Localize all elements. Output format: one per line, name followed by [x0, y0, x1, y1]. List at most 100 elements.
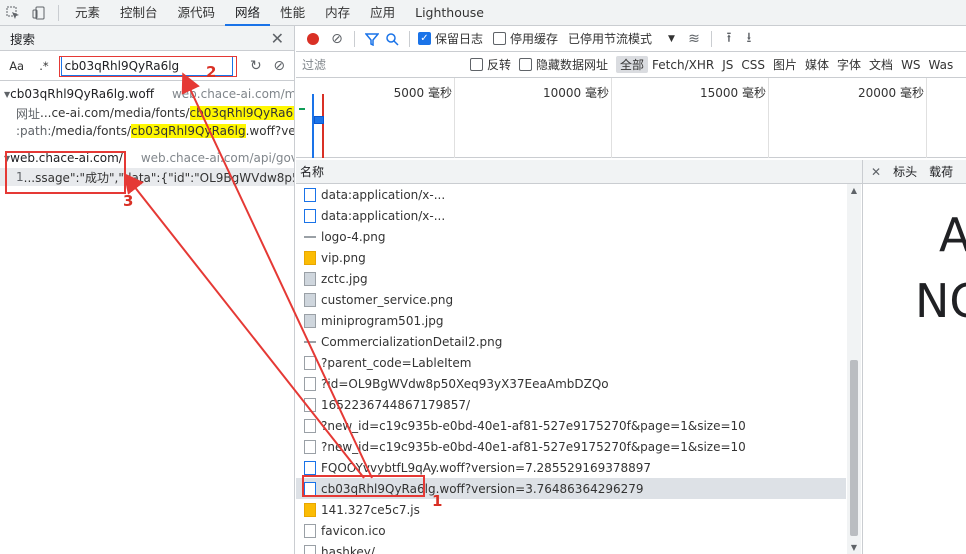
disable-cache-checkbox[interactable]: 停用缓存	[493, 30, 558, 47]
request-row[interactable]: 1652236744867179857/	[296, 394, 846, 415]
request-row[interactable]: data:application/x-...	[296, 205, 846, 226]
request-row[interactable]: zctc.jpg	[296, 268, 846, 289]
tab-network[interactable]: 网络	[225, 0, 271, 26]
invert-checkbox[interactable]: 反转	[470, 56, 511, 73]
filter-type-img[interactable]: 图片	[769, 56, 801, 73]
request-row[interactable]: ?new_id=c19c935b-e0bd-40e1-af81-527e9175…	[296, 415, 846, 436]
dash-file-icon	[304, 235, 316, 238]
filter-type-all[interactable]: 全部	[616, 56, 649, 73]
request-row[interactable]: vip.png	[296, 247, 846, 268]
result-line-key: 网址	[16, 106, 41, 121]
result-line-prefix: ...ce-ai.com/media/fonts/	[40, 106, 190, 120]
tab-elements[interactable]: 元素	[65, 0, 110, 26]
search-title: 搜索	[10, 31, 36, 47]
timeline-gridline	[768, 78, 769, 158]
tab-sources[interactable]: 源代码	[168, 0, 226, 26]
tab-memory[interactable]: 内存	[315, 0, 360, 26]
close-detail-icon[interactable]: ✕	[871, 165, 881, 179]
timeline-marker-blue	[312, 94, 314, 158]
request-row[interactable]: CommercializationDetail2.png	[296, 331, 846, 352]
scroll-down-icon[interactable]: ▼	[847, 543, 861, 552]
request-name: ?id=OL9BgWVdw8p50Xeq93yX37EeaAmbDZQo	[321, 376, 609, 391]
refresh-icon[interactable]: ↻	[247, 57, 264, 75]
name-column-header[interactable]: 名称	[296, 160, 862, 184]
tab-console[interactable]: 控制台	[110, 0, 168, 26]
tab-headers[interactable]: 标头	[893, 163, 917, 180]
result-file-url: web.chace-ai.com/me...	[171, 87, 294, 101]
network-conditions-icon[interactable]: ≋	[685, 30, 703, 48]
filter-input[interactable]: 过滤	[302, 56, 470, 73]
request-name: logo-4.png	[321, 229, 386, 244]
img-file-icon	[304, 271, 316, 286]
preserve-log-checkbox[interactable]: ✓ 保留日志	[418, 30, 483, 47]
annotation-box-request	[302, 475, 425, 497]
img-file-icon	[304, 313, 316, 328]
request-row[interactable]: favicon.ico	[296, 520, 846, 541]
tab-payload[interactable]: 载荷	[929, 163, 953, 180]
checkbox-checked-icon: ✓	[418, 32, 431, 45]
clear-log-icon[interactable]: ⊘	[328, 30, 346, 48]
upload-icon[interactable]: ⭱	[720, 30, 738, 48]
result-line-prefix: /media/fonts/	[51, 124, 132, 138]
timeline-gridline	[926, 78, 927, 158]
filter-bar: 过滤 反转 隐藏数据网址 全部 Fetch/XHR JS CSS 图片 媒体 字…	[296, 52, 966, 78]
hide-data-urls-checkbox[interactable]: 隐藏数据网址	[519, 56, 608, 73]
device-toolbar-icon[interactable]	[26, 0, 52, 26]
regex-toggle[interactable]: .*	[33, 59, 54, 73]
request-row[interactable]: data:application/x-...	[296, 184, 846, 205]
tab-performance[interactable]: 性能	[270, 0, 315, 26]
filter-icon[interactable]	[363, 30, 381, 48]
request-row[interactable]: miniprogram501.jpg	[296, 310, 846, 331]
filter-type-ws[interactable]: WS	[897, 58, 924, 72]
detail-tabs: ✕ 标头 载荷	[863, 160, 966, 184]
js-file-icon	[304, 250, 316, 265]
request-name: 141.327ce5c7.js	[321, 502, 420, 517]
request-row[interactable]: customer_service.png	[296, 289, 846, 310]
request-name: ?new_id=c19c935b-e0bd-40e1-af81-527e9175…	[321, 439, 746, 454]
request-row[interactable]: ?id=OL9BgWVdw8p50Xeq93yX37EeaAmbDZQo	[296, 373, 846, 394]
doc-file-icon	[304, 376, 316, 391]
request-name: customer_service.png	[321, 292, 454, 307]
tab-lighthouse[interactable]: Lighthouse	[405, 0, 494, 26]
match-case-toggle[interactable]: Aa	[6, 59, 27, 73]
filter-type-font[interactable]: 字体	[833, 56, 865, 73]
filter-type-css[interactable]: CSS	[737, 58, 769, 72]
timeline-tick: 20000 毫秒	[858, 86, 924, 100]
inspect-element-icon[interactable]	[0, 0, 26, 26]
doc-file-icon	[304, 355, 316, 370]
record-button[interactable]	[307, 32, 319, 45]
result-group: ▼ cb03qRhl9QyRa6lg.woff web.chace-ai.com…	[0, 84, 294, 140]
filter-type-media[interactable]: 媒体	[801, 56, 833, 73]
filter-type-fetch-xhr[interactable]: Fetch/XHR	[648, 58, 718, 72]
font-preview-line: NC	[915, 274, 966, 328]
disable-cache-label: 停用缓存	[510, 32, 559, 46]
request-row[interactable]: ?parent_code=LableItem	[296, 352, 846, 373]
annotation-label-2: 2	[206, 63, 217, 81]
result-file-name: cb03qRhl9QyRa6lg.woff	[10, 87, 154, 101]
request-row[interactable]: 141.327ce5c7.js	[296, 499, 846, 520]
request-name: CommercializationDetail2.png	[321, 334, 503, 349]
result-line[interactable]: 网址 ...ce-ai.com/media/fonts/ cb03qRhl9Qy…	[0, 104, 294, 122]
scroll-up-icon[interactable]: ▲	[847, 186, 861, 195]
scrollbar-thumb[interactable]	[850, 360, 858, 536]
throttle-select[interactable]: 已停用节流模式 ▼	[568, 30, 675, 47]
request-row[interactable]: hashkey/	[296, 541, 846, 554]
result-file-header[interactable]: ▼ cb03qRhl9QyRa6lg.woff web.chace-ai.com…	[0, 84, 294, 104]
filter-type-doc[interactable]: 文档	[865, 56, 897, 73]
request-row[interactable]: logo-4.png	[296, 226, 846, 247]
filter-type-js[interactable]: JS	[718, 58, 737, 72]
search-icon[interactable]	[383, 30, 401, 48]
tab-application[interactable]: 应用	[360, 0, 405, 26]
clear-icon[interactable]: ⊘	[271, 57, 288, 75]
close-icon[interactable]: ✕	[271, 29, 284, 48]
download-icon[interactable]: ⭳	[740, 30, 758, 48]
request-list-scrollbar[interactable]: ▲ ▼	[847, 184, 861, 554]
result-line[interactable]: :path: /media/fonts/ cb03qRhl9QyRa6lg .w…	[0, 122, 294, 140]
doc-file-icon	[304, 439, 316, 454]
invert-label: 反转	[487, 58, 512, 72]
request-row[interactable]: ?new_id=c19c935b-e0bd-40e1-af81-527e9175…	[296, 436, 846, 457]
request-name: favicon.ico	[321, 523, 386, 538]
dash-file-icon	[304, 340, 316, 343]
network-timeline[interactable]: 5000 毫秒 10000 毫秒 15000 毫秒 20000 毫秒	[296, 78, 966, 158]
filter-type-wasm[interactable]: Was	[925, 58, 958, 72]
